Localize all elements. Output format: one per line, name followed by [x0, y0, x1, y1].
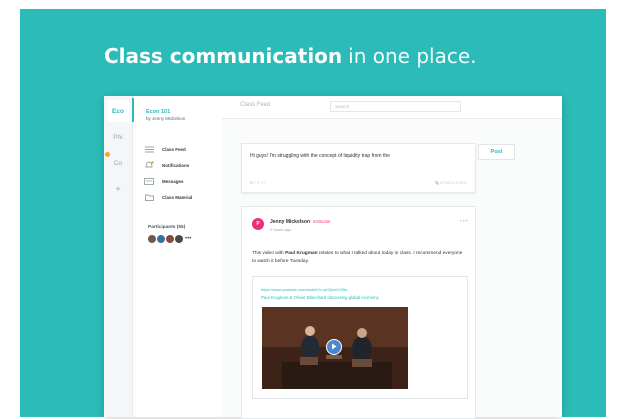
class-sidebar: Econ 101 by Jenny Mickelson Class Feed N… [134, 96, 223, 417]
avatar[interactable]: P [252, 218, 264, 230]
sidebar-item-label: Notifications [162, 162, 190, 168]
more-options-icon[interactable]: ••• [460, 219, 469, 225]
headline: Class communication in one place. [104, 42, 477, 70]
attach-file-button[interactable]: 📎 ATTACH A FILE [435, 180, 467, 185]
sidebar-item-label: Class Feed [162, 146, 186, 152]
post-body-prefix: This video with [252, 251, 286, 256]
add-course-button[interactable]: + [107, 178, 129, 200]
post-body: This video with Paul Krugman relates to … [252, 250, 467, 265]
course-tab-co[interactable]: Co [107, 152, 129, 174]
link-url[interactable]: https://www.youtube.com/watch?v=pH2jcnVr… [261, 287, 347, 292]
participants-label: Participants (55) [148, 225, 186, 230]
video-thumbnail[interactable] [262, 307, 408, 389]
sidebar-item-class-feed[interactable]: Class Feed [142, 143, 218, 155]
formatting-toolbar[interactable]: B I ↗ <> [250, 180, 266, 185]
bell-icon [142, 161, 156, 169]
headline-light: in one place. [348, 44, 477, 68]
top-bar: Class Feed Search [222, 96, 562, 119]
course-rail: Eco Phi Co + [104, 96, 133, 417]
course-tab-phi[interactable]: Phi [107, 126, 129, 148]
avatar[interactable] [166, 234, 174, 243]
post-timestamp: 2 hours ago [270, 227, 292, 232]
instructor-badge: Instructor [313, 219, 331, 224]
sidebar-item-label: Class Material [162, 194, 193, 200]
feed-icon [142, 145, 156, 153]
page-title: Class Feed [240, 102, 271, 108]
post-body-bold: Paul Krugman [285, 251, 318, 256]
more-participants-icon[interactable]: ••• [185, 236, 191, 242]
sidebar-item-class-material[interactable]: Class Material [142, 191, 218, 203]
message-icon [142, 177, 156, 185]
avatar[interactable] [148, 234, 156, 243]
link-title[interactable]: Paul Krugman & Olivier Blanchard discuss… [261, 295, 379, 300]
headline-bold: Class communication [104, 44, 343, 68]
class-name: Econ 101 [146, 109, 171, 115]
sidebar-item-label: Messages [162, 178, 184, 184]
avatar[interactable] [175, 234, 183, 243]
post-author-name[interactable]: Jenny Mickelson [270, 219, 310, 225]
course-tab-eco[interactable]: Eco [107, 100, 129, 122]
sidebar-item-messages[interactable]: Messages [142, 175, 218, 187]
play-button-icon[interactable] [326, 339, 342, 355]
folder-icon [142, 193, 156, 201]
post-button[interactable]: Post [478, 144, 515, 160]
post-composer[interactable]: Hi guys! I'm struggling with the concept… [241, 143, 476, 193]
participant-avatars[interactable]: ••• [148, 234, 191, 243]
attach-file-label: ATTACH A FILE [440, 181, 467, 185]
sidebar-item-notifications[interactable]: Notifications [142, 159, 218, 171]
paperclip-icon: 📎 [434, 181, 440, 185]
search-input[interactable]: Search [330, 101, 461, 112]
class-author: by Jenny Mickelson [146, 116, 186, 121]
composer-input[interactable]: Hi guys! I'm struggling with the concept… [250, 153, 390, 159]
post-author: Jenny Mickelson Instructor [270, 219, 330, 225]
link-preview[interactable]: https://www.youtube.com/watch?v=pH2jcnVr… [252, 276, 468, 399]
avatar[interactable] [157, 234, 165, 243]
